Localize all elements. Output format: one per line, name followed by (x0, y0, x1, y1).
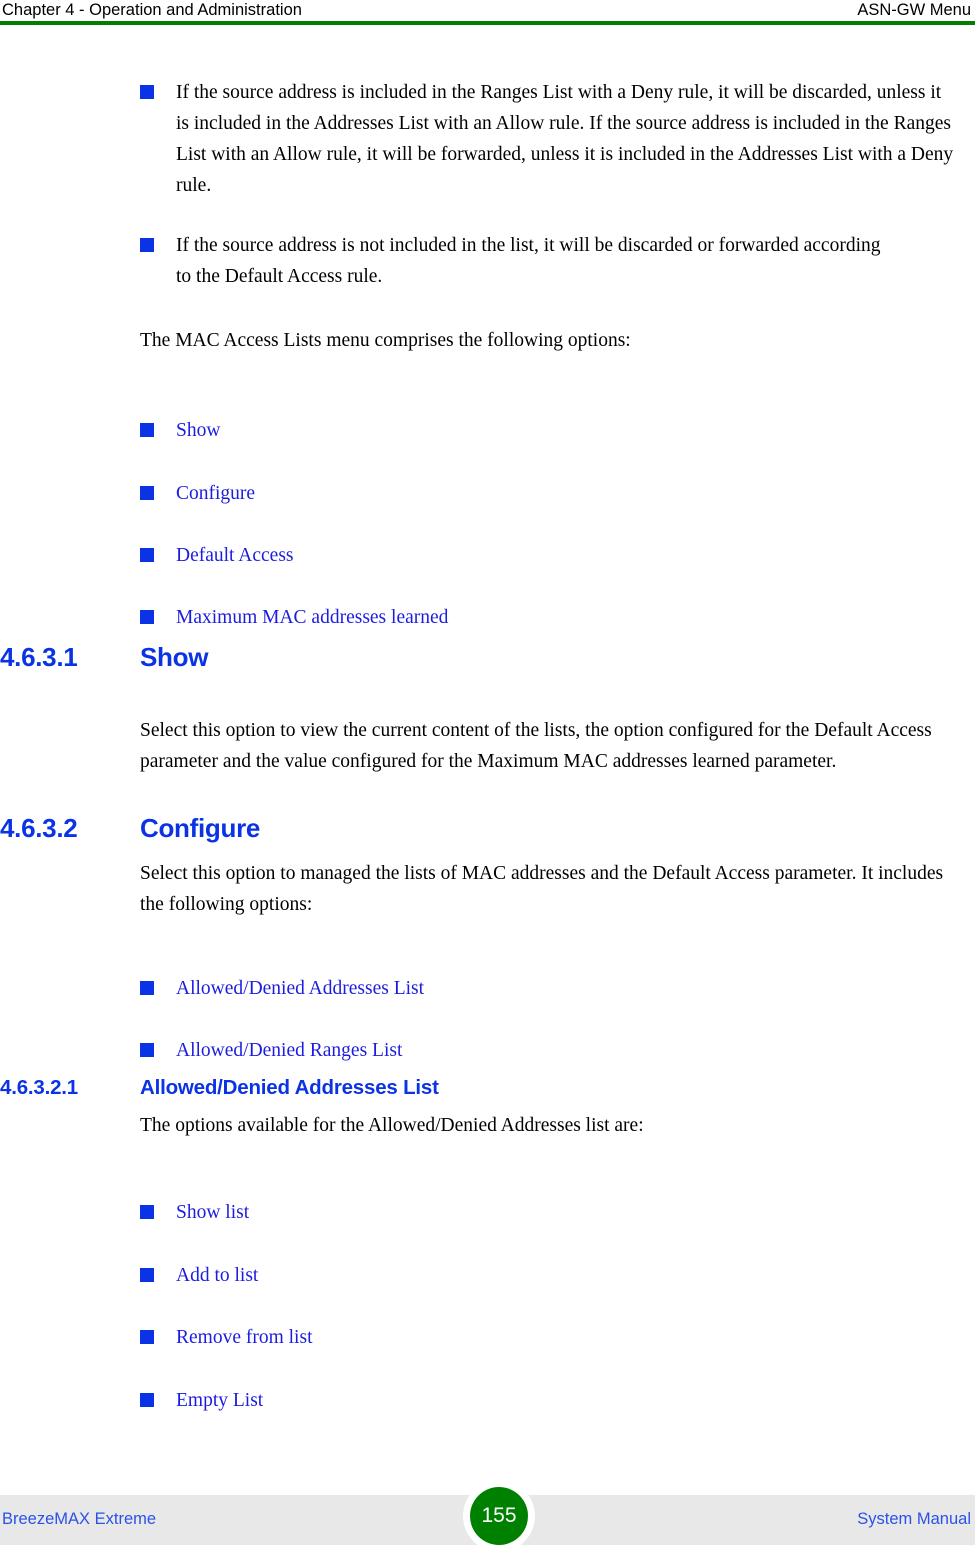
list-item-menu-option[interactable]: Maximum MAC addresses learned (140, 602, 700, 633)
header-chapter-title: Chapter 4 - Operation and Administration (2, 1, 302, 19)
heading-title: Show (140, 642, 209, 672)
link-label[interactable]: Show list (176, 1197, 249, 1228)
square-bullet-icon (140, 1330, 154, 1344)
list-item-label: If the source address is not included in… (176, 235, 881, 287)
list-item-menu-option[interactable]: Show (140, 415, 640, 446)
heading-allowed-denied-addresses-list: 4.6.3.2.1 Allowed/Denied Addresses List (0, 1076, 700, 1100)
heading-show: 4.6.3.1 Show (0, 642, 600, 672)
link-label[interactable]: Configure (176, 478, 255, 509)
list-item-addresses-option[interactable]: Empty List (140, 1385, 640, 1416)
list-item: If the source address is not included in… (140, 230, 900, 292)
show-paragraph: Select this option to view the current c… (140, 720, 932, 772)
heading-number: 4.6.3.2 (0, 813, 78, 843)
link-label[interactable]: Default Access (176, 540, 294, 571)
square-bullet-icon (140, 981, 154, 995)
square-bullet-icon (140, 610, 154, 624)
page-number: 155 (481, 1504, 517, 1527)
link-label[interactable]: Allowed/Denied Ranges List (176, 1035, 402, 1066)
square-bullet-icon (140, 1205, 154, 1219)
square-bullet-icon (140, 238, 154, 252)
header-section-title: ASN-GW Menu (857, 1, 971, 19)
square-bullet-icon (140, 1268, 154, 1282)
addresses-list-paragraph: The options available for the Allowed/De… (140, 1115, 644, 1136)
heading-title: Allowed/Denied Addresses List (140, 1076, 439, 1099)
list-item-configure-option[interactable]: Allowed/Denied Addresses List (140, 973, 700, 1004)
list-item: If the source address is included in the… (140, 77, 958, 201)
footer-document-name: System Manual (857, 1510, 971, 1528)
square-bullet-icon (140, 85, 154, 99)
link-label[interactable]: Remove from list (176, 1322, 312, 1353)
page-content: If the source address is included in the… (0, 25, 975, 1490)
square-bullet-icon (140, 1043, 154, 1057)
square-bullet-icon (140, 486, 154, 500)
heading-configure: 4.6.3.2 Configure (0, 813, 600, 843)
link-label[interactable]: Maximum MAC addresses learned (176, 602, 448, 633)
heading-number: 4.6.3.1 (0, 642, 78, 672)
square-bullet-icon (140, 423, 154, 437)
list-item-label: If the source address is included in the… (176, 82, 954, 196)
heading-title: Configure (140, 813, 261, 843)
list-item-configure-option[interactable]: Allowed/Denied Ranges List (140, 1035, 700, 1066)
page-number-badge: 155 (470, 1487, 528, 1545)
list-item-menu-option[interactable]: Default Access (140, 540, 640, 571)
link-label[interactable]: Add to list (176, 1260, 258, 1291)
intro-paragraph: The MAC Access Lists menu comprises the … (140, 330, 631, 351)
heading-number: 4.6.3.2.1 (0, 1076, 78, 1099)
link-label[interactable]: Allowed/Denied Addresses List (176, 973, 424, 1004)
list-item-menu-option[interactable]: Configure (140, 478, 640, 509)
square-bullet-icon (140, 548, 154, 562)
link-label[interactable]: Show (176, 415, 220, 446)
footer-product-name: BreezeMAX Extreme (2, 1510, 157, 1528)
list-item-addresses-option[interactable]: Show list (140, 1197, 640, 1228)
link-label[interactable]: Empty List (176, 1385, 263, 1416)
configure-paragraph: Select this option to managed the lists … (140, 863, 944, 915)
list-item-addresses-option[interactable]: Remove from list (140, 1322, 640, 1353)
list-item-addresses-option[interactable]: Add to list (140, 1260, 640, 1291)
square-bullet-icon (140, 1393, 154, 1407)
